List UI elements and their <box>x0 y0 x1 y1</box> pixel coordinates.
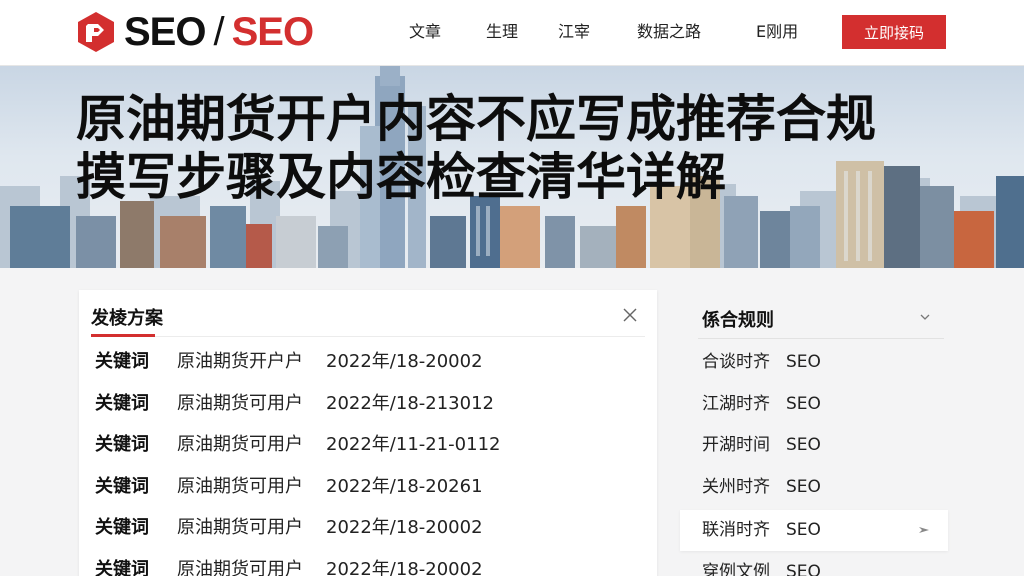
logo-mark-icon <box>78 12 114 52</box>
sidebar-item-tag: SEO <box>786 477 821 497</box>
row-value: 2022年/18-213012 <box>326 392 494 414</box>
hero-title-line-1: 原油期货开户内容不应写成推荐合规 <box>76 90 876 148</box>
panel-divider <box>91 336 645 337</box>
hero-banner: 原油期货开户内容不应写成推荐合规 摸写步骤及内容检查清华详解 <box>0 66 1024 268</box>
hero-title-line-2: 摸写步骤及内容检查清华详解 <box>76 148 726 206</box>
logo[interactable]: SEO / SEO <box>74 10 314 54</box>
sidebar-item[interactable]: 合谈时齐 SEO <box>680 342 948 383</box>
row-keyword-label: 关键词 <box>95 558 149 576</box>
panel-title: 发棱方案 <box>91 308 163 329</box>
nav-item-5[interactable]: Е刚用 <box>756 20 798 44</box>
logo-text-accent: SEO <box>231 10 314 54</box>
row-keyword-label: 关键词 <box>95 517 149 538</box>
keyword-panel: 发棱方案 关键词 原油期货开户户 2022年/18-20002 关键词 原油期货… <box>79 290 657 576</box>
row-name: 原油期货可用户 <box>177 434 303 455</box>
sidebar-item-active[interactable]: 联消时齐 SEO <box>680 510 948 551</box>
sidebar-item-label: 联消时齐 <box>702 520 770 540</box>
sidebar-item[interactable]: 穿例文例 SEO <box>680 552 948 576</box>
row-value: 2022年/11-21-0112 <box>326 434 501 455</box>
row-keyword-label: 关键词 <box>95 392 149 414</box>
row-value: 2022年/18-20261 <box>326 475 483 497</box>
nav-item-3[interactable]: 江宰 <box>558 20 590 44</box>
keyword-list: 关键词 原油期货开户户 2022年/18-20002 关键词 原油期货可用户 2… <box>95 346 635 576</box>
sidebar-item-label: 合谈时齐 <box>702 352 770 372</box>
row-value: 2022年/18-20002 <box>326 517 483 538</box>
sidebar-item[interactable]: 江湖时齐 SEO <box>680 384 948 425</box>
sidebar-item-tag: SEO <box>786 394 821 414</box>
panel-title-underline <box>91 334 155 337</box>
sidebar-item-tag: SEO <box>786 520 821 540</box>
table-row[interactable]: 关键词 原油期货可用户 2022年/18-20002 <box>95 554 635 576</box>
table-row[interactable]: 关键词 原油期货可用户 2022年/11-21-0112 <box>95 429 635 471</box>
table-row[interactable]: 关键词 原油期货可用户 2022年/18-20002 <box>95 512 635 554</box>
row-name: 原油期货可用户 <box>177 558 303 576</box>
row-value: 2022年/18-20002 <box>326 351 483 372</box>
sidebar-title: 係合规则 <box>702 310 774 331</box>
table-row[interactable]: 关键词 原油期货可用户 2022年/18-213012 <box>95 388 635 430</box>
row-name: 原油期货可用户 <box>177 475 303 497</box>
row-keyword-label: 关键词 <box>95 434 149 455</box>
close-icon[interactable] <box>621 306 639 324</box>
table-row[interactable]: 关键词 原油期货可用户 2022年/18-20261 <box>95 471 635 513</box>
sidebar-item-label: 开湖时间 <box>702 435 770 455</box>
arrow-right-icon <box>919 527 929 533</box>
row-value: 2022年/18-20002 <box>326 558 483 576</box>
sidebar-item-label: 江湖时齐 <box>702 394 770 414</box>
cta-button[interactable]: 立即接码 <box>842 15 946 49</box>
top-navigation-bar: SEO / SEO 文章 生理 江宰 数据之路 Е刚用 立即接码 <box>0 0 1024 66</box>
sidebar-item-label: 关州时齐 <box>702 477 770 497</box>
nav-item-articles[interactable]: 文章 <box>409 20 441 44</box>
rules-sidebar: 係合规则 合谈时齐 SEO 江湖时齐 SEO 开湖时间 SEO 关州时齐 SEO… <box>680 290 948 576</box>
row-name: 原油期货可用户 <box>177 392 303 414</box>
sidebar-item-tag: SEO <box>786 435 821 455</box>
chevron-down-icon[interactable] <box>918 310 932 324</box>
row-name: 原油期货可用户 <box>177 517 303 538</box>
row-keyword-label: 关键词 <box>95 475 149 497</box>
sidebar-divider <box>698 338 944 339</box>
sidebar-item[interactable]: 开湖时间 SEO <box>680 425 948 466</box>
sidebar-item-label: 穿例文例 <box>702 562 770 576</box>
row-name: 原油期货开户户 <box>177 351 303 372</box>
hero-title: 原油期货开户内容不应写成推荐合规 摸写步骤及内容检查清华详解 <box>76 90 976 206</box>
sidebar-item[interactable]: 关州时齐 SEO <box>680 467 948 508</box>
logo-separator: / <box>213 10 224 54</box>
table-row[interactable]: 关键词 原油期货开户户 2022年/18-20002 <box>95 346 635 388</box>
row-keyword-label: 关键词 <box>95 351 149 372</box>
nav-item-2[interactable]: 生理 <box>486 20 518 44</box>
logo-text-primary: SEO <box>124 10 206 54</box>
sidebar-item-tag: SEO <box>786 562 821 576</box>
nav-item-data-path[interactable]: 数据之路 <box>637 20 701 44</box>
sidebar-item-tag: SEO <box>786 352 821 372</box>
